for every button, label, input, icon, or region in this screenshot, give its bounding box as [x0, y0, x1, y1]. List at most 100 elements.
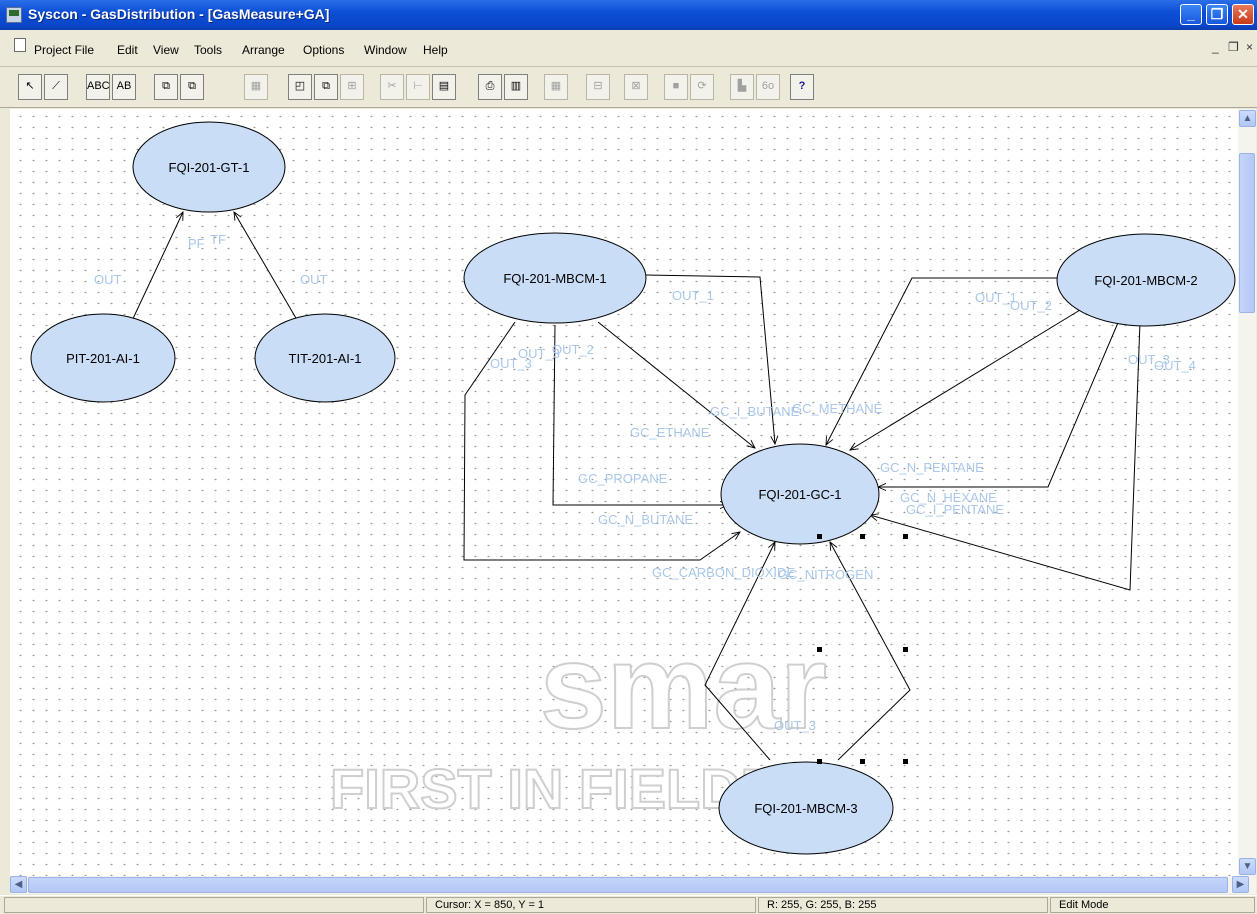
port-label: OUT_4 — [1154, 358, 1196, 373]
port-label: GC_I_BUTANE — [710, 404, 800, 419]
block-label: FQI-201-MBCM-3 — [754, 801, 857, 816]
block-fqi-201-mbcm-3[interactable]: FQI-201-MBCM-3 — [718, 761, 894, 855]
selection-handle[interactable] — [903, 647, 908, 652]
port-label: OUT_2 — [1010, 298, 1052, 313]
port-label: OUT — [300, 272, 328, 287]
port-label: OUT_3 — [774, 718, 816, 733]
attach-block-button[interactable]: ⊞ — [340, 74, 364, 100]
menu-edit[interactable]: Edit — [117, 43, 138, 57]
status-message — [4, 897, 424, 913]
port-label: OUT_3 — [518, 346, 560, 361]
title-bar: Syscon - GasDistribution - [GasMeasure+G… — [0, 0, 1257, 30]
app-icon[interactable] — [6, 7, 22, 23]
port-label: GC_PROPANE — [578, 471, 668, 486]
copy-block-button[interactable]: ⧉ — [154, 74, 178, 100]
selection-handle[interactable] — [817, 534, 822, 539]
minimize-button[interactable]: _ — [1180, 4, 1202, 25]
status-bar: Cursor: X = 850, Y = 1 R: 255, G: 255, B… — [0, 895, 1257, 914]
print-button[interactable]: ⎙ — [478, 74, 502, 100]
text-tool-button[interactable]: ABC — [86, 74, 110, 100]
selection-handle[interactable] — [903, 534, 908, 539]
port-label: GC_N_BUTANE — [598, 512, 693, 527]
block-tit-201-ai-1[interactable]: TIT-201-AI-1 — [254, 313, 396, 403]
port-label: GC_CARBON_DIOXIDE — [652, 565, 795, 580]
watermark-logo: smar — [540, 620, 827, 754]
menu-project-file[interactable]: Project File — [34, 43, 94, 57]
port-label: OUT — [94, 272, 122, 287]
menu-tools[interactable]: Tools — [194, 43, 222, 57]
grid-tool-button[interactable]: ▦ — [244, 74, 268, 100]
scroll-right-icon[interactable]: ▶ — [1232, 876, 1249, 893]
block-a-button[interactable]: ⊟ — [586, 74, 610, 100]
selection-handle[interactable] — [817, 759, 822, 764]
online-button[interactable]: 6o — [756, 74, 780, 100]
block-pit-201-ai-1[interactable]: PIT-201-AI-1 — [30, 313, 176, 403]
toolbar: ↖ ⟋ ABC AB ⧉ ⧉ ▦ ◰ ⧉ ⊞ ✂ ⊢ ▤ ⎙ ▥ ▦ ⊟ ⊠ ■… — [0, 67, 1257, 108]
port-label: GC_N_PENTANE — [880, 460, 984, 475]
menu-window[interactable]: Window — [364, 43, 407, 57]
block-label: PIT-201-AI-1 — [66, 351, 140, 366]
export-button[interactable]: ▦ — [544, 74, 568, 100]
refresh-button[interactable]: ⟳ — [690, 74, 714, 100]
block-label: FQI-201-GT-1 — [169, 160, 250, 175]
paste-block-button[interactable]: ⧉ — [180, 74, 204, 100]
menu-options[interactable]: Options — [303, 43, 344, 57]
duplicate-block-button[interactable]: ⧉ — [314, 74, 338, 100]
menu-help[interactable]: Help — [423, 43, 448, 57]
block-c-button[interactable]: ▙ — [730, 74, 754, 100]
selection-handle[interactable] — [817, 647, 822, 652]
link-tit-to-gt[interactable] — [234, 212, 301, 326]
horizontal-scrollbar[interactable]: ◀ ▶ — [10, 876, 1256, 894]
new-block-button[interactable]: ◰ — [288, 74, 312, 100]
vertical-scroll-thumb[interactable] — [1239, 153, 1255, 313]
block-label: FQI-201-GC-1 — [758, 487, 841, 502]
cursor-position: Cursor: X = 850, Y = 1 — [426, 897, 756, 913]
selection-handle[interactable] — [903, 759, 908, 764]
diagram-svg: smar FIRST IN FIELDBUS PF TF OUT OUT OUT… — [30, 121, 1236, 855]
scroll-left-icon[interactable]: ◀ — [10, 876, 27, 893]
block-label: FQI-201-MBCM-2 — [1094, 273, 1197, 288]
selection-handle[interactable] — [860, 534, 865, 539]
stop-button[interactable]: ■ — [664, 74, 688, 100]
mdi-restore-button[interactable]: ❐ — [1228, 40, 1239, 54]
mdi-minimize-button[interactable]: _ — [1212, 40, 1219, 54]
port-label: OUT_1 — [672, 288, 714, 303]
block-fqi-201-mbcm-2[interactable]: FQI-201-MBCM-2 — [1056, 233, 1236, 327]
diagram-canvas[interactable]: smar FIRST IN FIELDBUS PF TF OUT OUT OUT… — [10, 109, 1238, 876]
view-table-button[interactable]: ▥ — [504, 74, 528, 100]
document-icon[interactable] — [14, 38, 26, 52]
link-pit-to-gt[interactable] — [129, 212, 183, 326]
menu-view[interactable]: View — [153, 43, 179, 57]
help-button[interactable]: ? — [790, 74, 814, 100]
selection-handle[interactable] — [860, 759, 865, 764]
port-label: PF — [188, 236, 205, 251]
mdi-close-button[interactable]: × — [1246, 40, 1253, 54]
mode-indicator: Edit Mode — [1050, 897, 1255, 913]
scroll-up-icon[interactable]: ▲ — [1239, 110, 1256, 127]
block-label: FQI-201-MBCM-1 — [503, 271, 606, 286]
close-button[interactable]: ✕ — [1232, 4, 1254, 25]
menu-bar: Project File Edit View Tools Arrange Opt… — [0, 30, 1257, 67]
block-fqi-201-gc-1[interactable]: FQI-201-GC-1 — [720, 443, 880, 545]
link-mbcm2-out4[interactable] — [870, 321, 1141, 591]
block-fqi-201-gt-1[interactable]: FQI-201-GT-1 — [132, 121, 286, 213]
port-label: TF — [210, 232, 226, 247]
vertical-scrollbar[interactable]: ▲ ▼ — [1238, 109, 1256, 876]
block-fqi-201-mbcm-1[interactable]: FQI-201-MBCM-1 — [463, 232, 647, 324]
port-label: GC_NITROGEN — [778, 567, 873, 582]
window-title: Syscon - GasDistribution - [GasMeasure+G… — [28, 6, 330, 22]
horizontal-scroll-thumb[interactable] — [28, 877, 1228, 893]
scroll-down-icon[interactable]: ▼ — [1239, 858, 1256, 875]
maximize-button[interactable]: ❐ — [1206, 4, 1228, 25]
port-label: GC_ETHANE — [630, 425, 710, 440]
properties-button[interactable]: ▤ — [432, 74, 456, 100]
menu-arrange[interactable]: Arrange — [242, 43, 285, 57]
align-button[interactable]: ⊢ — [406, 74, 430, 100]
link-tool-button[interactable]: ⟋ — [44, 74, 68, 100]
block-b-button[interactable]: ⊠ — [624, 74, 648, 100]
cut-button[interactable]: ✂ — [380, 74, 404, 100]
pointer-tool-button[interactable]: ↖ — [18, 74, 42, 100]
label-tool-button[interactable]: AB — [112, 74, 136, 100]
port-label: GC_METHANE — [792, 401, 883, 416]
color-readout: R: 255, G: 255, B: 255 — [758, 897, 1048, 913]
